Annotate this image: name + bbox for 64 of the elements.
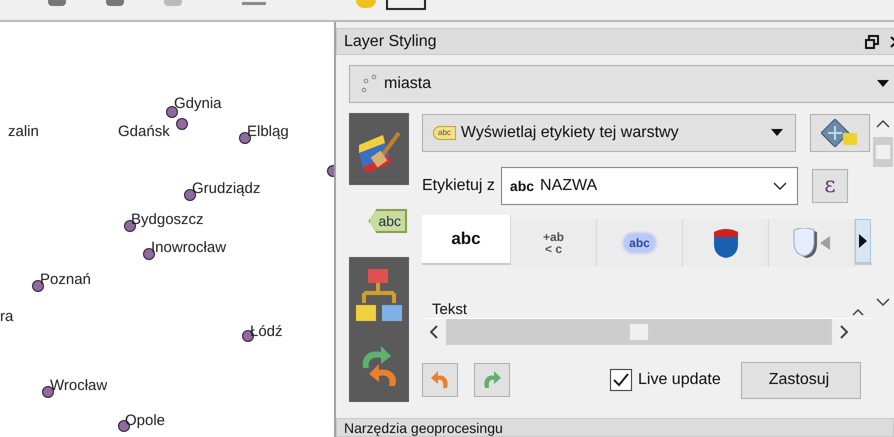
undo-button[interactable] xyxy=(422,363,458,397)
undo-arrow-icon xyxy=(430,370,450,390)
chevron-down-icon xyxy=(876,297,890,307)
symbology-tab[interactable] xyxy=(349,113,409,185)
city-label: Opole xyxy=(125,412,166,430)
map-canvas[interactable]: zalin Gdynia Gdańsk Elbląg Grudziądz Bydgoszcz Inowrocław Poznań ra Łódź Wrocław Opole xyxy=(0,22,336,437)
point-layer-icon xyxy=(360,74,378,94)
city-label: Gdańsk xyxy=(118,123,170,141)
layer-dropdown[interactable]: miasta xyxy=(349,65,894,103)
float-icon[interactable] xyxy=(865,34,879,48)
panel-title: Layer Styling xyxy=(344,32,438,52)
section-heading: Tekst xyxy=(432,302,468,318)
diagrams-tab[interactable] xyxy=(349,257,409,332)
formatting-tab[interactable]: +ab < c xyxy=(511,219,597,267)
label-field-dropdown[interactable]: abc NAZWA xyxy=(500,167,798,205)
expression-button[interactable]: ε xyxy=(812,169,848,203)
label-tag-icon: abc xyxy=(368,209,407,233)
city-label: zalin xyxy=(8,123,39,141)
caret-icon xyxy=(771,129,783,137)
field-value: NAZWA xyxy=(540,176,598,196)
chevron-down-icon xyxy=(772,182,787,190)
checkmark-icon xyxy=(613,373,629,387)
triangle-right-icon xyxy=(859,234,867,248)
caret-icon xyxy=(877,80,889,88)
chevron-up-icon xyxy=(876,119,890,129)
label-with-label: Etykietuj z xyxy=(422,176,495,196)
diamond-grid-icon xyxy=(821,119,859,147)
scrollbar-thumb[interactable] xyxy=(873,137,893,167)
text-tab[interactable]: abc xyxy=(422,215,511,263)
city-label: Gdynia xyxy=(174,95,222,113)
shield-icon xyxy=(712,228,740,258)
diagram-icon xyxy=(354,266,404,322)
toolbar-icon[interactable] xyxy=(386,0,426,10)
buffer-tab[interactable]: abc xyxy=(597,219,683,267)
layer-name: miasta xyxy=(384,74,432,94)
chevron-right-icon xyxy=(840,325,848,339)
formatting-text: +ab xyxy=(542,231,564,243)
scrollbar-thumb[interactable] xyxy=(630,324,648,340)
city-label: Bydgoszcz xyxy=(131,211,204,229)
dock-title: Narzędzia geoprocesingu xyxy=(344,420,503,436)
live-update-label: Live update xyxy=(638,370,721,390)
shadow-shield-icon xyxy=(792,228,832,258)
city-label: Elbląg xyxy=(247,123,289,141)
redo-arrow-icon xyxy=(482,370,502,390)
apply-button[interactable]: Zastosuj xyxy=(740,362,861,398)
chevron-left-icon xyxy=(430,325,438,339)
live-update-checkbox[interactable]: Live update xyxy=(610,368,721,392)
field-type-text: abc xyxy=(510,176,534,196)
redo-button[interactable] xyxy=(474,363,510,397)
city-label: Łódź xyxy=(250,323,283,341)
renderer-value: Wyświetlaj etykiety tej warstwy xyxy=(460,123,680,143)
renderer-dropdown[interactable]: abc Wyświetlaj etykiety tej warstwy xyxy=(422,114,796,152)
tab-scroll-button[interactable] xyxy=(855,219,871,263)
city-label: Grudziądz xyxy=(192,180,260,198)
checkbox[interactable] xyxy=(610,369,632,391)
label-tag-icon: abc xyxy=(433,126,456,140)
city-label: ra xyxy=(0,308,14,326)
city-label: Wrocław xyxy=(50,377,108,395)
city-label: Poznań xyxy=(40,271,91,289)
rule-settings-button[interactable] xyxy=(810,114,870,152)
formatting-text: < c xyxy=(544,243,563,255)
chevron-up-icon xyxy=(852,308,864,316)
city-label: Inowrocław xyxy=(151,239,226,257)
history-tab[interactable] xyxy=(349,332,409,402)
